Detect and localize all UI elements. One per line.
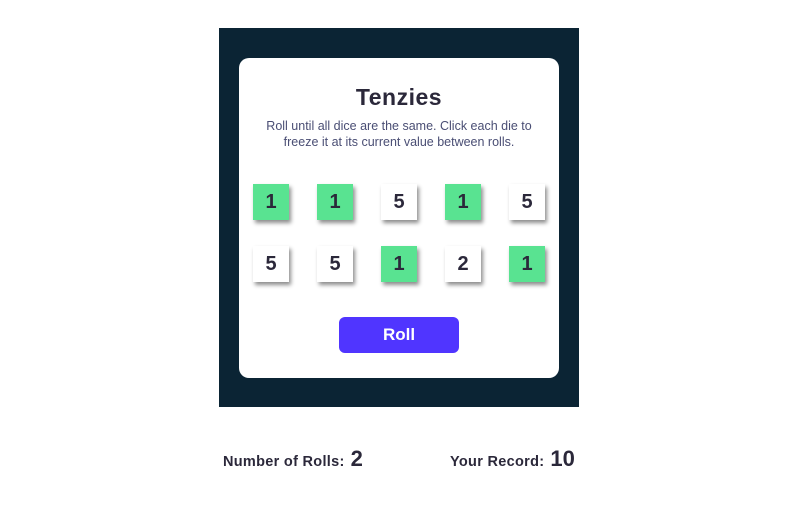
roll-button[interactable]: Roll [339, 317, 459, 353]
die[interactable]: 1 [445, 184, 481, 220]
dice-grid: 1 1 5 1 5 5 5 1 2 1 [253, 184, 545, 282]
die[interactable]: 1 [381, 246, 417, 282]
game-card: Tenzies Roll until all dice are the same… [239, 58, 559, 378]
die[interactable]: 1 [509, 246, 545, 282]
die[interactable]: 1 [253, 184, 289, 220]
die[interactable]: 5 [509, 184, 545, 220]
die[interactable]: 5 [381, 184, 417, 220]
record-counter: Your Record: 10 [450, 446, 575, 472]
die[interactable]: 2 [445, 246, 481, 282]
rolls-label: Number of Rolls: [223, 454, 345, 470]
record-value: 10 [550, 446, 575, 471]
die[interactable]: 5 [317, 246, 353, 282]
rolls-value: 2 [350, 446, 363, 471]
game-title: Tenzies [355, 84, 443, 110]
record-label: Your Record: [450, 454, 545, 470]
game-instructions: Roll until all dice are the same. Click … [266, 119, 532, 149]
die[interactable]: 5 [253, 246, 289, 282]
die[interactable]: 1 [317, 184, 353, 220]
game-frame: Tenzies Roll until all dice are the same… [219, 28, 579, 407]
rolls-counter: Number of Rolls: 2 [223, 446, 363, 472]
